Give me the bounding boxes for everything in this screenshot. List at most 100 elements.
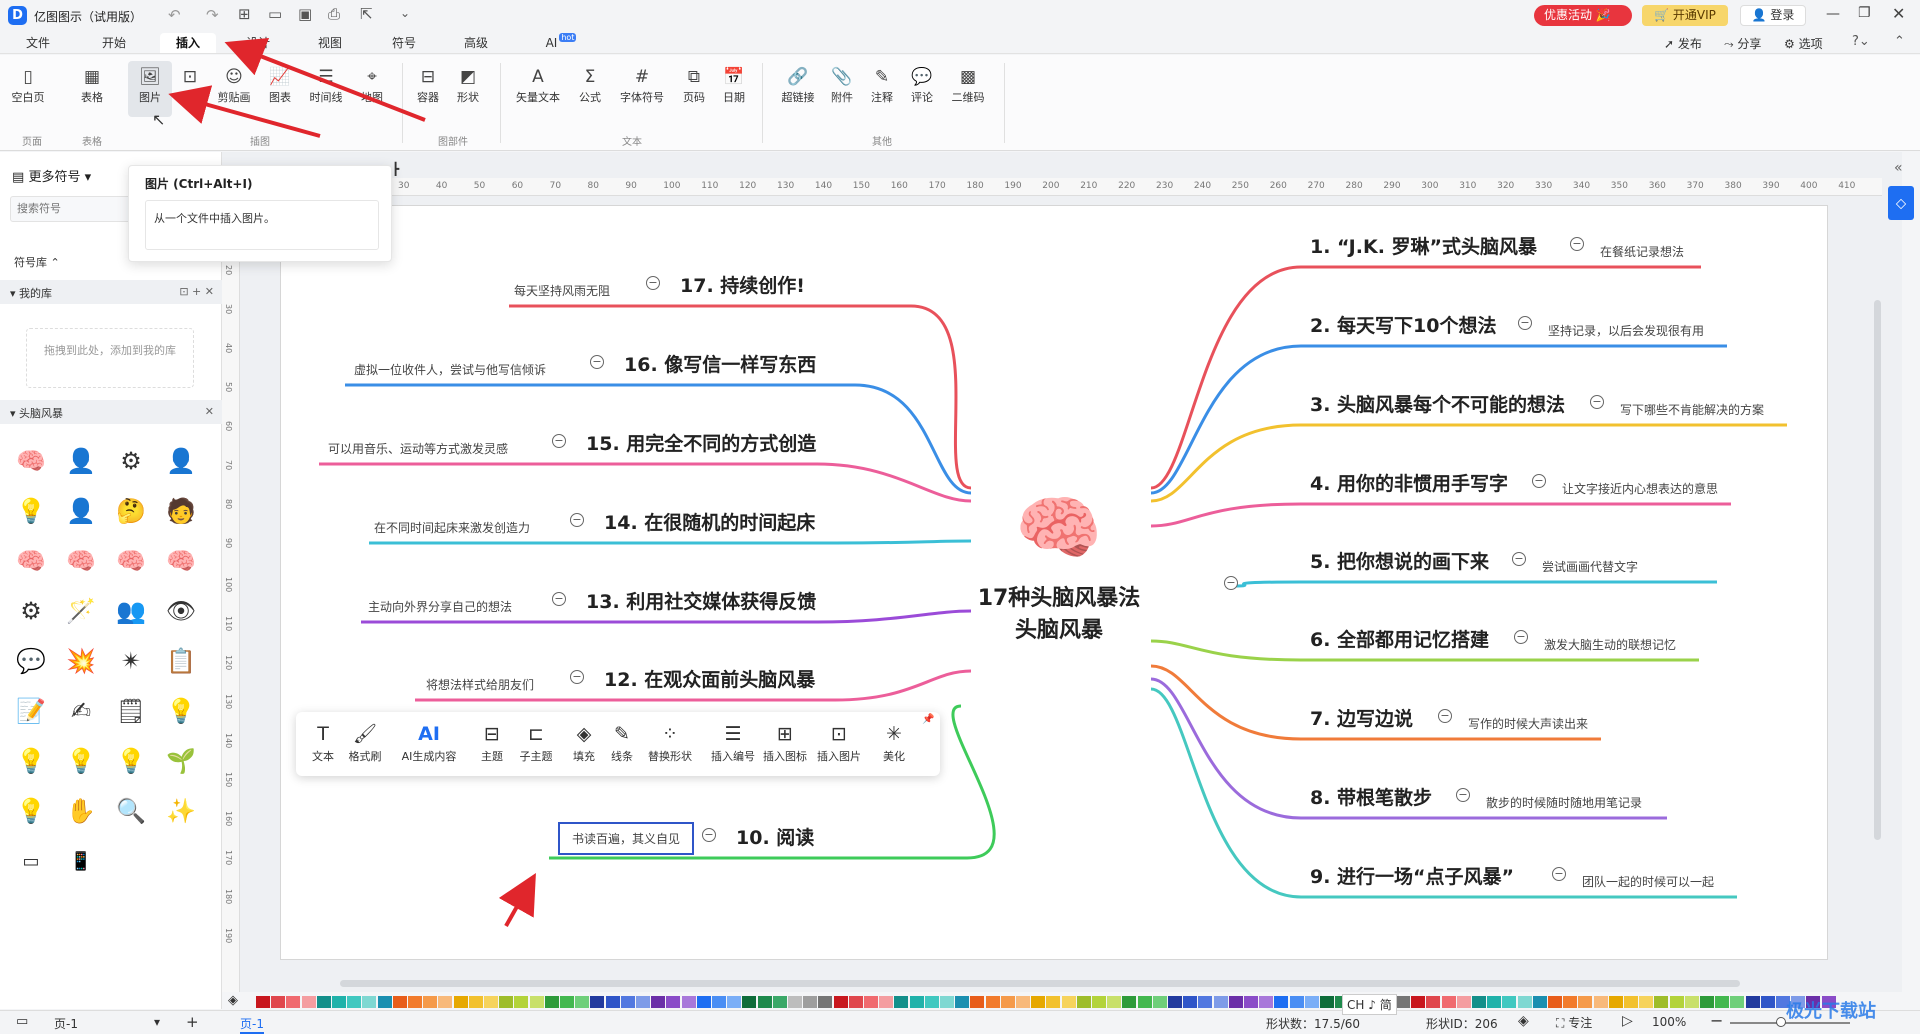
color-swatch[interactable]: [1624, 996, 1638, 1008]
color-swatch[interactable]: [575, 996, 590, 1008]
right-note-5[interactable]: 尝试画画代替文字: [1542, 558, 1638, 575]
green-head-symbol-icon[interactable]: 👤: [62, 492, 100, 530]
float-fill-button[interactable]: ◈ 填充: [566, 720, 602, 764]
right-topic-2[interactable]: 2. 每天写下10个想法: [1310, 311, 1497, 338]
login-button[interactable]: 👤 登录: [1740, 5, 1806, 26]
color-swatch[interactable]: [681, 996, 696, 1008]
brain-head-symbol-icon[interactable]: 👤: [62, 442, 100, 480]
right-note-9[interactable]: 团队一起的时候可以一起: [1582, 873, 1714, 890]
color-swatch[interactable]: [1122, 996, 1137, 1008]
color-swatch[interactable]: [1639, 996, 1654, 1008]
color-swatch[interactable]: [1137, 996, 1152, 1008]
left-note-7[interactable]: 书读百遍，其义自见: [558, 822, 695, 855]
whiteboard-symbol-icon[interactable]: 📋: [162, 642, 200, 680]
plant-symbol-icon[interactable]: 🌱: [162, 742, 200, 780]
color-swatch[interactable]: [1608, 996, 1623, 1008]
right-topic-4[interactable]: 4. 用你的非惯用手写字: [1310, 469, 1508, 496]
color-swatch[interactable]: [924, 996, 939, 1008]
gear-head-symbol-icon[interactable]: ⚙: [112, 442, 150, 480]
float-beautify-button[interactable]: ✳ 美化: [876, 720, 912, 764]
fill-bucket-palette-icon[interactable]: ◈: [228, 993, 238, 1008]
color-swatch[interactable]: [1000, 996, 1015, 1008]
color-swatch[interactable]: [1487, 996, 1502, 1008]
color-swatch[interactable]: [1578, 996, 1593, 1008]
color-swatch[interactable]: [1441, 996, 1456, 1008]
right-topic-6[interactable]: 6. 全部都用记忆搭建: [1310, 625, 1489, 652]
hand-bulb-symbol-icon[interactable]: ✋: [62, 792, 100, 830]
my-library-actions[interactable]: ⊡ + ✕: [179, 285, 214, 298]
collapse-toggle-icon[interactable]: −: [1438, 709, 1452, 723]
undo-icon[interactable]: ↶: [168, 6, 181, 24]
publish-button[interactable]: ➚ 发布: [1664, 35, 1702, 52]
attachment-button[interactable]: 📎 附件: [820, 65, 864, 105]
picture-button[interactable]: 🖼 图片: [128, 61, 172, 117]
open-icon[interactable]: ▭: [268, 5, 282, 23]
color-swatch[interactable]: [1396, 996, 1410, 1008]
color-swatch[interactable]: [985, 996, 1000, 1008]
chat-bubble-symbol-icon[interactable]: 💬: [12, 642, 50, 680]
color-swatch[interactable]: [1745, 996, 1760, 1008]
menu-insert[interactable]: 插入: [160, 33, 216, 53]
color-swatch[interactable]: [1259, 996, 1274, 1008]
dark-head-symbol-icon[interactable]: 👤: [162, 442, 200, 480]
page-number-button[interactable]: ⧉ 页码: [672, 65, 716, 105]
color-swatch[interactable]: [392, 996, 407, 1008]
left-note-3[interactable]: 可以用音乐、运动等方式激发灵感: [328, 440, 508, 457]
color-swatch[interactable]: [1411, 996, 1426, 1008]
color-swatch[interactable]: [423, 996, 438, 1008]
color-swatch[interactable]: [1289, 996, 1304, 1008]
bulb-gear-symbol-icon[interactable]: 💡: [62, 742, 100, 780]
left-topic-4[interactable]: 14. 在很随机的时间起床: [604, 508, 815, 535]
float-ai-button[interactable]: AI AI生成内容: [396, 720, 462, 764]
formula-button[interactable]: Σ 公式: [568, 65, 612, 105]
layers-icon[interactable]: ◈: [1518, 1013, 1529, 1029]
color-swatch[interactable]: [1654, 996, 1669, 1008]
page-tab[interactable]: 页-1: [240, 1015, 264, 1034]
color-swatch[interactable]: [1244, 996, 1258, 1008]
pink-brain-symbol-icon[interactable]: 🧠: [12, 542, 50, 580]
right-note-8[interactable]: 散步的时候随时随地用笔记录: [1486, 794, 1642, 811]
left-topic-1[interactable]: 17. 持续创作!: [680, 271, 805, 298]
options-button[interactable]: ⚙ 选项: [1784, 35, 1823, 52]
customize-icon[interactable]: ⌄: [400, 6, 410, 20]
color-swatch[interactable]: [605, 996, 620, 1008]
new-icon[interactable]: ⊞: [238, 5, 251, 23]
left-topic-5[interactable]: 13. 利用社交媒体获得反馈: [586, 587, 816, 614]
color-swatch[interactable]: [1016, 996, 1030, 1008]
export-icon[interactable]: ⇱: [360, 5, 373, 23]
horizontal-scrollbar[interactable]: [340, 980, 1740, 987]
qrcode-button[interactable]: ▩ 二维码: [946, 65, 990, 105]
two-tone-brain-symbol-icon[interactable]: 🧠: [62, 542, 100, 580]
print-icon[interactable]: ⎙: [328, 5, 340, 23]
help-icon[interactable]: ?⌄: [1852, 34, 1870, 49]
color-swatch[interactable]: [256, 996, 270, 1008]
float-line-button[interactable]: ✎ 线条: [604, 720, 640, 764]
menu-view[interactable]: 视图: [310, 33, 350, 53]
symbol-library-toggle[interactable]: 符号库 ⌃: [14, 254, 60, 270]
float-replace-shape-button[interactable]: ⁘ 替换形状: [644, 720, 696, 764]
right-note-6[interactable]: 激发大脑生动的联想记忆: [1544, 636, 1676, 653]
collapse-toggle-icon[interactable]: −: [1552, 867, 1566, 881]
color-swatch[interactable]: [1092, 996, 1106, 1008]
color-swatch[interactable]: [879, 996, 894, 1008]
zoom-out-icon[interactable]: −: [1710, 1011, 1723, 1030]
color-swatch[interactable]: [1669, 996, 1684, 1008]
chart-button[interactable]: 📈 图表: [258, 65, 302, 105]
float-subtopic-button[interactable]: ⊏ 子主题: [514, 720, 558, 764]
color-swatch[interactable]: [803, 996, 818, 1008]
small-bulb-symbol-icon[interactable]: 💡: [12, 742, 50, 780]
color-swatch[interactable]: [1715, 996, 1730, 1008]
color-swatch[interactable]: [347, 996, 362, 1008]
color-swatch[interactable]: [1046, 996, 1061, 1008]
menu-symbol[interactable]: 符号: [384, 33, 424, 53]
float-insert-picture-button[interactable]: ⊡ 插入图片: [814, 720, 864, 764]
right-topic-7[interactable]: 7. 边写边说: [1310, 704, 1413, 731]
color-swatch[interactable]: [712, 996, 726, 1008]
collapse-toggle-icon[interactable]: −: [1224, 576, 1238, 590]
color-swatch[interactable]: [590, 996, 605, 1008]
format-panel-icon[interactable]: ⬦: [1888, 186, 1914, 220]
menu-design[interactable]: 设计: [238, 33, 278, 53]
collapse-toggle-icon[interactable]: −: [570, 670, 584, 684]
color-swatch[interactable]: [894, 996, 909, 1008]
collapse-toggle-icon[interactable]: −: [570, 513, 584, 527]
